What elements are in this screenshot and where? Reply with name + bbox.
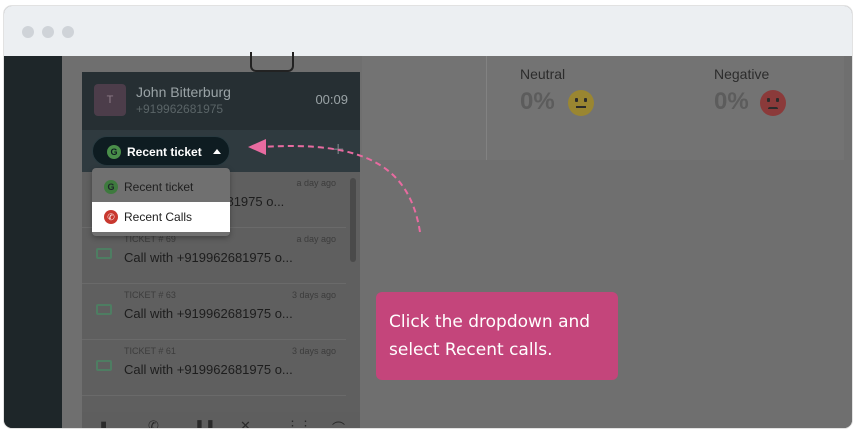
call-timer: 00:09 — [315, 92, 348, 107]
negative-label: Negative — [714, 66, 770, 82]
minimize-dot[interactable] — [42, 26, 54, 38]
negative-value: 0% — [714, 88, 749, 115]
callout-text: Click the dropdown and select Recent cal… — [389, 312, 591, 360]
app-content: Neutral 0% Negative 0% T John Bitterburg… — [4, 52, 852, 428]
mute-icon[interactable]: ✕ — [240, 418, 251, 428]
tutorial-callout: Click the dropdown and select Recent cal… — [376, 292, 618, 380]
ticket-date: a day ago — [296, 234, 336, 244]
list-item[interactable]: TICKET # 69 a day ago Call with +9199626… — [82, 228, 346, 284]
call-toolbar: ▮ ✆ ❚❚ ✕ ⋮⋮ ⌒ — [82, 412, 360, 428]
caller-name: John Bitterburg — [136, 84, 231, 100]
caller-number: +919962681975 — [136, 102, 224, 116]
ticket-app-icon: G — [107, 145, 121, 159]
menu-item-label: Recent Calls — [124, 210, 193, 224]
neutral-value: 0% — [520, 88, 555, 115]
card-divider — [486, 56, 487, 160]
neutral-label: Neutral — [520, 66, 566, 82]
plus-icon[interactable]: + — [332, 140, 344, 160]
panel-tabbar: G Recent ticket + — [82, 130, 360, 172]
ticket-number: TICKET # 63 — [124, 290, 176, 300]
dropdown-menu: G Recent ticket ✆ Recent Calls — [92, 168, 230, 236]
ticket-title: Call with +919962681975 o... — [124, 362, 293, 377]
close-dot[interactable] — [22, 26, 34, 38]
left-nav-rail — [4, 56, 62, 428]
phone-icon: ✆ — [104, 210, 118, 224]
ticket-app-icon: G — [104, 180, 118, 194]
neutral-face-icon — [568, 90, 594, 116]
caret-up-icon — [213, 149, 221, 154]
maximize-dot[interactable] — [62, 26, 74, 38]
menu-item-label: Recent ticket — [124, 180, 194, 194]
ticket-title: Call with +919962681975 o... — [124, 306, 293, 321]
call-panel: T John Bitterburg +919962681975 00:09 G … — [82, 72, 360, 428]
ticket-icon — [96, 248, 112, 259]
transfer-call-icon[interactable]: ✆ — [148, 418, 159, 428]
pause-icon[interactable]: ❚❚ — [194, 418, 216, 428]
ticket-title: Call with +919962681975 o... — [124, 250, 293, 265]
list-item[interactable]: TICKET # 63 3 days ago Call with +919962… — [82, 284, 346, 340]
keypad-icon[interactable]: ⋮⋮ — [286, 418, 312, 428]
list-item[interactable]: TICKET # 61 3 days ago Call with +919962… — [82, 340, 346, 396]
ticket-icon — [96, 304, 112, 315]
ticket-icon — [96, 360, 112, 371]
menu-item-recent-calls[interactable]: ✆ Recent Calls — [92, 202, 230, 232]
ticket-number: TICKET # 61 — [124, 346, 176, 356]
call-header: T John Bitterburg +919962681975 00:09 — [82, 72, 360, 130]
ticket-date: 3 days ago — [291, 346, 336, 356]
sentiment-card: Neutral 0% Negative 0% — [362, 56, 844, 160]
ticket-date: 3 days ago — [291, 290, 336, 300]
menu-item-recent-ticket[interactable]: G Recent ticket — [92, 172, 230, 202]
avatar: T — [94, 84, 126, 116]
hangup-icon[interactable]: ⌒ — [332, 418, 345, 428]
dropdown-selected-label: Recent ticket — [127, 145, 202, 159]
title-bar — [4, 6, 852, 56]
ticket-date: a day ago — [296, 178, 336, 188]
list-scrollbar[interactable] — [350, 178, 356, 262]
phone-device-icon — [250, 52, 294, 72]
recent-dropdown[interactable]: G Recent ticket — [92, 136, 230, 166]
notes-icon[interactable]: ▮ — [100, 418, 107, 428]
sad-face-icon — [760, 90, 786, 116]
browser-window: Neutral 0% Negative 0% T John Bitterburg… — [4, 6, 852, 428]
